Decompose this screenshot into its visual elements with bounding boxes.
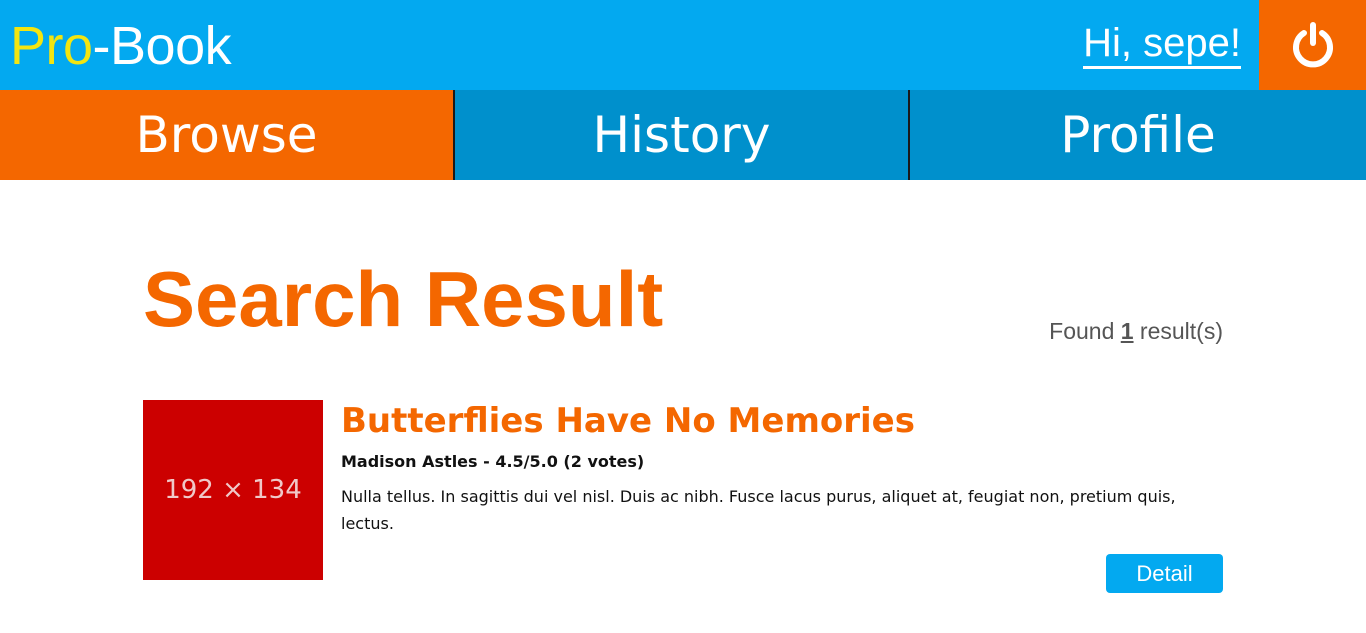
top-header-bar: Pro-Book Hi, sepe! bbox=[0, 0, 1366, 90]
logout-button[interactable] bbox=[1259, 0, 1366, 90]
tab-profile[interactable]: Profile bbox=[910, 90, 1366, 180]
user-greeting-link[interactable]: Hi, sepe! bbox=[1083, 20, 1241, 69]
result-count: Found 1 result(s) bbox=[1049, 317, 1223, 345]
logo-pro-text: Pro bbox=[10, 16, 93, 76]
main-nav: Browse History Profile bbox=[0, 90, 1366, 180]
page-title: Search Result bbox=[143, 255, 664, 343]
app-logo[interactable]: Pro-Book bbox=[10, 16, 232, 76]
book-author-rating: Madison Astles - 4.5/5.0 (2 votes) bbox=[341, 452, 645, 471]
book-title[interactable]: Butterflies Have No Memories bbox=[341, 400, 915, 442]
book-description: Nulla tellus. In sagittis dui vel nisl. … bbox=[341, 487, 1176, 533]
tab-history[interactable]: History bbox=[455, 90, 910, 180]
detail-button[interactable]: Detail bbox=[1106, 554, 1223, 593]
tab-browse[interactable]: Browse bbox=[0, 90, 455, 180]
logo-book-text: -Book bbox=[92, 16, 232, 76]
found-suffix: result(s) bbox=[1133, 318, 1223, 344]
power-icon bbox=[1292, 22, 1333, 68]
book-cover-text: 192 × 134 bbox=[164, 475, 302, 505]
found-count: 1 bbox=[1120, 318, 1134, 344]
found-prefix: Found bbox=[1049, 318, 1121, 344]
book-cover-placeholder: 192 × 134 bbox=[143, 400, 323, 580]
